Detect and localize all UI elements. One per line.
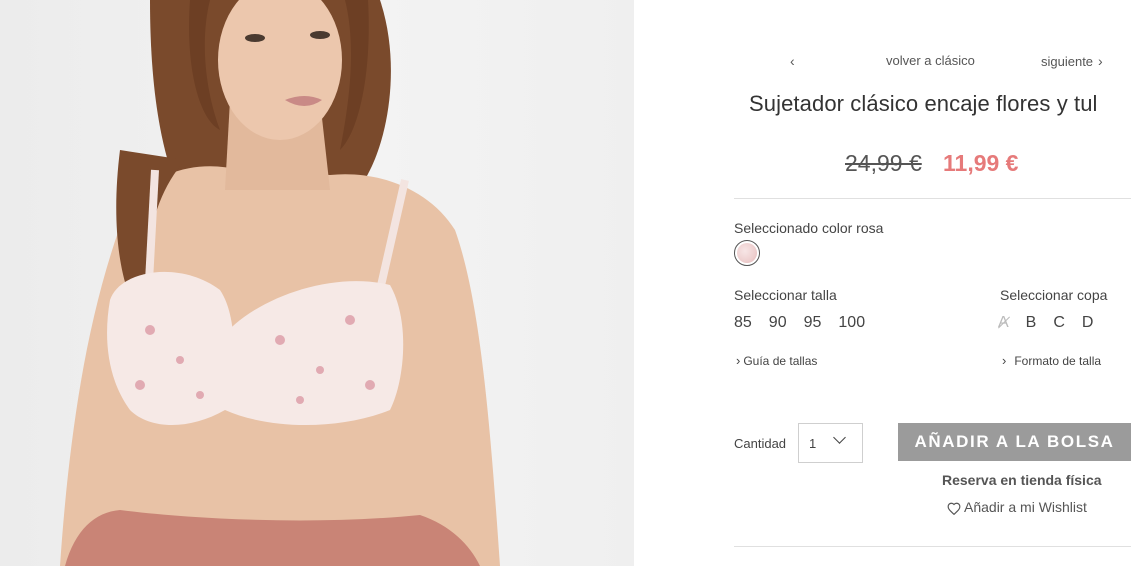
size-options: 85 90 95 100 bbox=[734, 314, 865, 332]
cup-label: Seleccionar copa bbox=[1000, 287, 1108, 303]
size-guide-link[interactable]: › Guía de tallas bbox=[736, 353, 817, 368]
size-option[interactable]: 100 bbox=[838, 314, 865, 332]
model-illustration bbox=[60, 0, 500, 566]
chevron-right-icon: › bbox=[736, 353, 741, 368]
cup-option[interactable]: D bbox=[1082, 314, 1094, 332]
size-option[interactable]: 90 bbox=[769, 314, 787, 332]
cup-option[interactable]: C bbox=[1053, 314, 1065, 332]
product-photo bbox=[0, 0, 634, 566]
swatch-fill bbox=[737, 243, 757, 263]
chevron-left-icon: ‹ bbox=[790, 53, 795, 69]
size-option[interactable]: 85 bbox=[734, 314, 752, 332]
next-product-link[interactable]: siguiente › bbox=[1041, 53, 1103, 69]
add-to-bag-button[interactable]: AÑADIR A LA BOLSA bbox=[898, 423, 1131, 461]
color-swatch-rosa[interactable] bbox=[734, 240, 760, 266]
quantity-value: 1 bbox=[809, 436, 817, 451]
size-label: Seleccionar talla bbox=[734, 287, 837, 303]
wishlist-label: Añadir a mi Wishlist bbox=[964, 499, 1087, 515]
size-guide-label: Guía de tallas bbox=[743, 354, 818, 368]
chevron-down-icon bbox=[833, 431, 846, 444]
size-format-label: Formato de talla bbox=[1014, 354, 1102, 368]
divider bbox=[734, 546, 1131, 547]
chevron-right-icon: › bbox=[1002, 353, 1007, 368]
product-title: Sujetador clásico encaje flores y tul bbox=[749, 91, 1098, 116]
heart-icon bbox=[947, 502, 961, 516]
cup-options: A B C D bbox=[998, 314, 1093, 332]
back-to-category-link[interactable]: volver a clásico bbox=[886, 53, 975, 68]
previous-product-button[interactable]: ‹ bbox=[790, 53, 795, 69]
quantity-label: Cantidad bbox=[734, 436, 787, 451]
cup-option-unavailable: A bbox=[998, 314, 1009, 331]
cup-option[interactable]: B bbox=[1026, 314, 1037, 332]
quantity-select[interactable]: 1 bbox=[798, 423, 863, 463]
size-format-link[interactable]: › Formato de talla bbox=[1002, 353, 1101, 368]
sale-price: 11,99 € bbox=[943, 150, 1019, 176]
color-label: Seleccionado color rosa bbox=[734, 220, 884, 236]
add-to-wishlist-link[interactable]: Añadir a mi Wishlist bbox=[947, 499, 1087, 516]
next-label: siguiente bbox=[1041, 54, 1094, 69]
size-option[interactable]: 95 bbox=[804, 314, 822, 332]
reserve-in-store-link[interactable]: Reserva en tienda física bbox=[942, 472, 1102, 488]
original-price: 24,99 € bbox=[845, 150, 922, 176]
chevron-right-icon: › bbox=[1098, 53, 1103, 69]
divider bbox=[734, 198, 1131, 199]
